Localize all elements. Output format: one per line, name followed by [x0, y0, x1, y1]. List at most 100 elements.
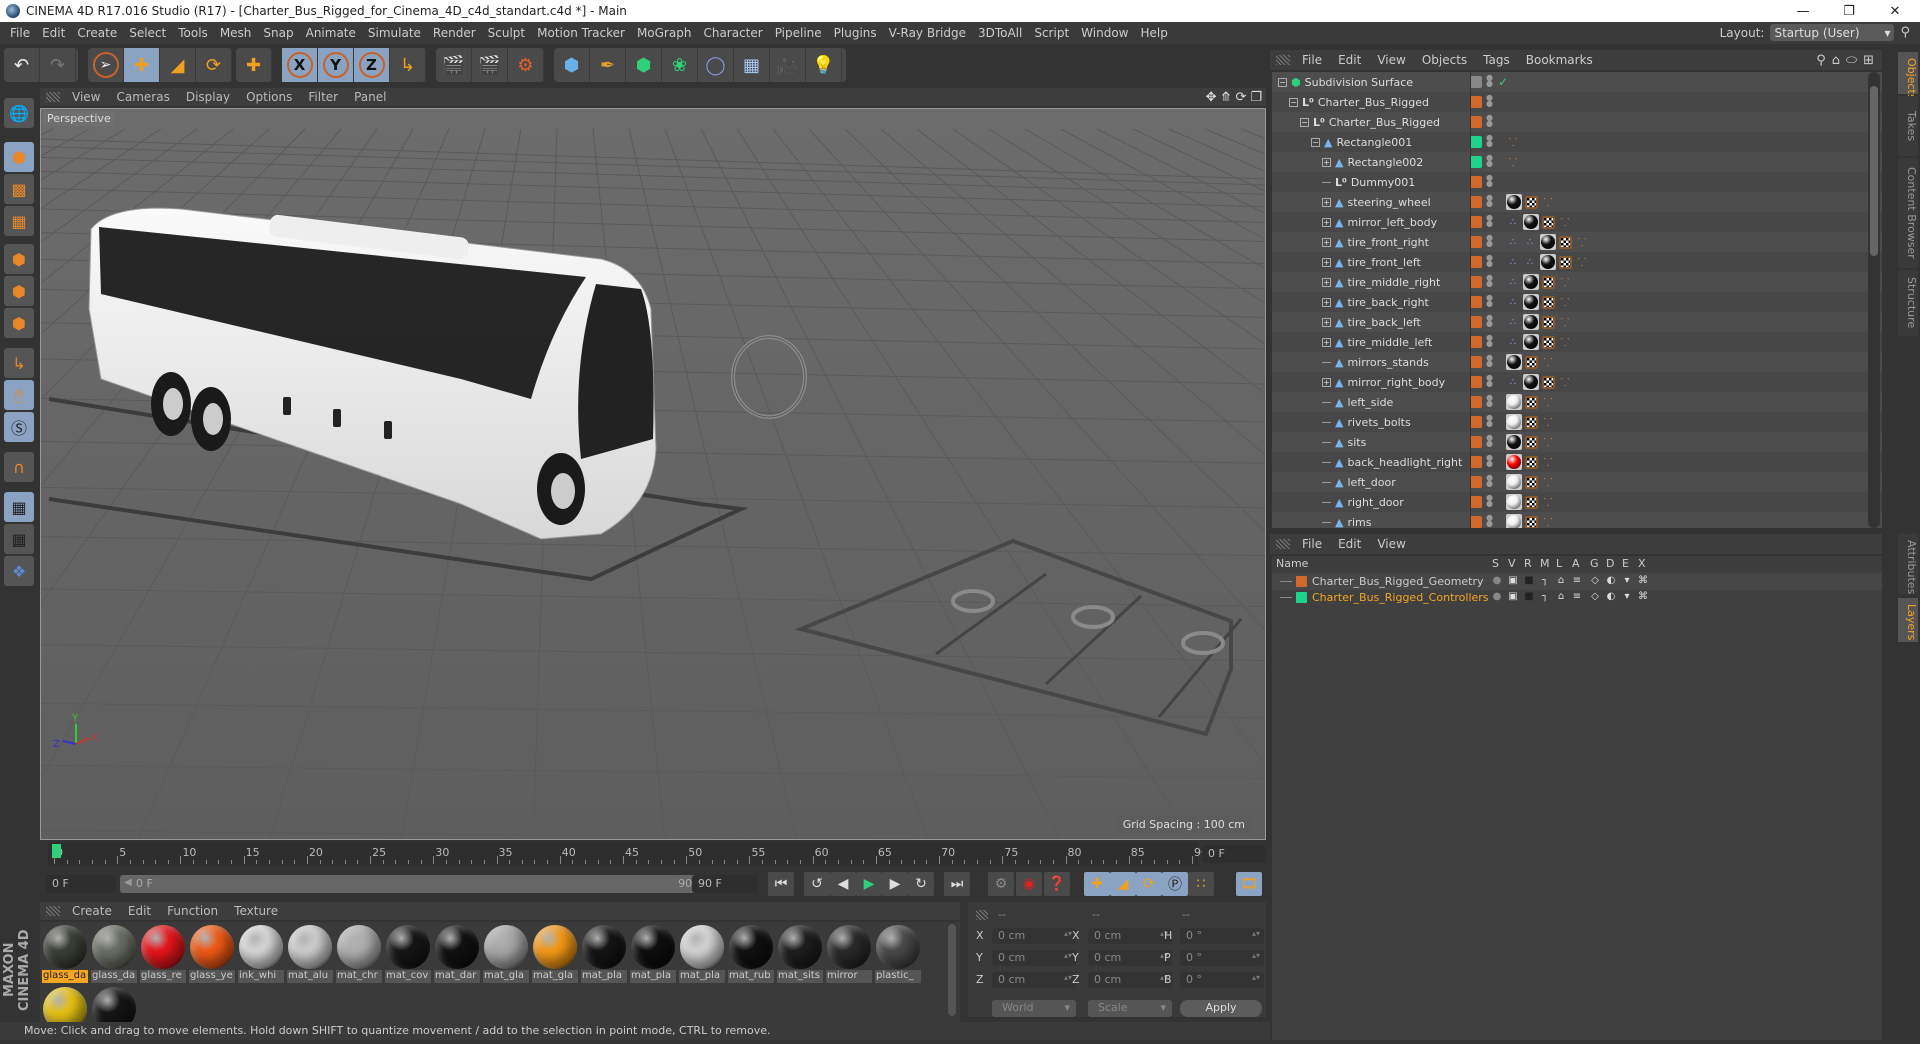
object-row[interactable]: ▲ left_side ● ● ⸪ [1272, 392, 1882, 412]
texture-tag-icon[interactable] [1525, 495, 1538, 509]
viewport-menu-filter[interactable]: Filter [300, 90, 346, 104]
menu-tools[interactable]: Tools [172, 26, 214, 40]
constraint-tag-icon[interactable]: ∴ [1506, 214, 1520, 230]
menu-plugins[interactable]: Plugins [828, 26, 883, 40]
expand-icon[interactable]: + [1322, 217, 1331, 227]
material-swatch[interactable]: mat_dar [434, 924, 480, 983]
redo-icon[interactable]: ↷ [40, 48, 76, 82]
layer-column-a[interactable]: A [1572, 557, 1580, 570]
layer-column-l[interactable]: L [1556, 557, 1562, 570]
layer-color-swatch[interactable] [1470, 356, 1482, 368]
constraint-tag-icon[interactable]: ∴ [1523, 234, 1537, 250]
material-swatch[interactable]: mat_gla [483, 924, 529, 983]
visibility-dots[interactable]: ● ● [1486, 474, 1493, 488]
previous-key-button[interactable]: ↺ [804, 872, 830, 896]
layer-column-x[interactable]: X [1638, 557, 1646, 570]
render-picture-viewer-icon[interactable]: 🎬 [472, 48, 508, 82]
snap-icon[interactable]: ∩ [4, 452, 34, 482]
object-row[interactable]: + ▲ tire_middle_left ● ● ∴ ⸪ [1272, 332, 1882, 352]
xpresso-tag-icon[interactable]: ⸪ [1558, 294, 1572, 310]
material-swatch[interactable]: mat_cov [385, 924, 431, 983]
viewport-menu-cameras[interactable]: Cameras [108, 90, 177, 104]
coordinate-system-icon[interactable]: ↳ [390, 48, 426, 82]
material-tag-icon[interactable] [1523, 314, 1539, 330]
menu-sculpt[interactable]: Sculpt [482, 26, 531, 40]
expand-icon[interactable]: + [1322, 317, 1331, 327]
visibility-dots[interactable]: ● ● [1486, 354, 1493, 368]
visibility-dots[interactable]: ● ● [1486, 254, 1493, 268]
material-scrollbar[interactable] [948, 924, 956, 1016]
xpresso-tag-icon[interactable]: ⸪ [1558, 214, 1572, 230]
constraint-tag-icon[interactable]: ∴ [1506, 234, 1520, 250]
layer-color-swatch[interactable] [1470, 296, 1482, 308]
xpresso-tag-icon[interactable]: ⸪ [1541, 394, 1555, 410]
visibility-dots[interactable]: ● ● [1486, 74, 1493, 88]
rotation-b-field[interactable]: 0 ° ▴▾ [1180, 972, 1264, 988]
constraint-tag-icon[interactable]: ∴ [1506, 294, 1520, 310]
rotation-h-field[interactable]: 0 ° ▴▾ [1180, 928, 1264, 944]
expand-icon[interactable]: + [1322, 377, 1331, 387]
workplane-mode-icon[interactable]: ▦ [4, 206, 34, 236]
xpresso-tag-icon[interactable]: ⸪ [1541, 514, 1555, 529]
material-tag-icon[interactable] [1506, 354, 1522, 370]
edges-mode-icon[interactable]: ⬢ [4, 276, 34, 306]
pen-icon[interactable]: ✒ [590, 48, 626, 82]
spinner-icon[interactable]: ▴▾ [1064, 951, 1072, 960]
layer-render-icon[interactable]: ■ [1523, 575, 1535, 587]
expand-icon[interactable]: + [1322, 257, 1331, 267]
light-icon[interactable]: 💡 [806, 48, 842, 82]
visibility-dots[interactable]: ● ● [1486, 494, 1493, 508]
next-frame-button[interactable]: ▶ [882, 872, 908, 896]
texture-tag-icon[interactable] [1559, 255, 1572, 269]
menu-file[interactable]: File [4, 26, 36, 40]
object-row[interactable]: + ▲ tire_middle_right ● ● ∴ ⸪ [1272, 272, 1882, 292]
new-panel-icon[interactable]: ⊞ [1863, 53, 1874, 68]
render-settings-icon[interactable]: ⚙ [508, 48, 544, 82]
close-button[interactable]: ✕ [1872, 0, 1918, 22]
material-swatch[interactable]: mat_gla [532, 924, 578, 983]
material-swatch[interactable]: mat_alu [287, 924, 333, 983]
layer-color-swatch[interactable] [1470, 476, 1482, 488]
menu-select[interactable]: Select [123, 26, 172, 40]
tab-layers[interactable]: Layers [1898, 598, 1918, 642]
next-key-button[interactable]: ↻ [908, 872, 934, 896]
object-row[interactable]: L⁰ Dummy001 ● ● [1272, 172, 1882, 192]
spinner-icon[interactable]: ▴▾ [1064, 929, 1072, 938]
xpresso-tag-icon[interactable]: ⸪ [1541, 194, 1555, 210]
restore-button[interactable]: ❐ [1826, 0, 1872, 22]
render-view-icon[interactable]: 🎬 [436, 48, 472, 82]
texture-tag-icon[interactable] [1525, 395, 1538, 409]
layer-column-m[interactable]: M [1540, 557, 1550, 570]
layer-column-v[interactable]: V [1508, 557, 1516, 570]
expand-icon[interactable]: + [1322, 277, 1331, 287]
object-row[interactable]: − L⁰ Charter_Bus_Rigged ● ● [1272, 92, 1882, 112]
model-mode-icon[interactable]: ⬢ [4, 142, 34, 172]
menu-mograph[interactable]: MoGraph [631, 26, 698, 40]
texture-tag-icon[interactable] [1525, 515, 1538, 528]
material-tag-icon[interactable] [1506, 454, 1522, 470]
material-tag-icon[interactable] [1506, 194, 1522, 210]
timeline-ruler[interactable]: 051015202530354045505560657075808590 [48, 842, 1208, 866]
object-row[interactable]: ▲ right_door ● ● ⸪ [1272, 492, 1882, 512]
layer-color-swatch[interactable] [1470, 496, 1482, 508]
menu-render[interactable]: Render [427, 26, 482, 40]
visibility-dots[interactable]: ● ● [1486, 374, 1493, 388]
visibility-dots[interactable]: ● ● [1486, 94, 1493, 108]
object-menu-view[interactable]: View [1369, 53, 1413, 67]
object-row[interactable]: − ⬢ Subdivision Surface ● ● ✓ [1272, 72, 1882, 92]
layer-color-swatch[interactable] [1470, 436, 1482, 448]
material-tag-icon[interactable] [1523, 274, 1539, 290]
layer-deformer-icon[interactable]: ◐ [1605, 591, 1617, 603]
viewport-menu-view[interactable]: View [64, 90, 108, 104]
layer-column-e[interactable]: E [1622, 557, 1629, 570]
layer-lock-icon[interactable]: ⌂ [1555, 575, 1567, 587]
xpresso-tag-icon[interactable]: ⸪ [1575, 254, 1589, 270]
xpresso-tag-icon[interactable]: ⸪ [1541, 494, 1555, 510]
object-row[interactable]: − ▲ Rectangle001 ● ● ⸪ [1272, 132, 1882, 152]
camera-label[interactable]: Perspective [43, 111, 115, 126]
visibility-dots[interactable]: ● ● [1486, 454, 1493, 468]
texture-tag-icon[interactable] [1542, 335, 1555, 349]
layer-menu-edit[interactable]: Edit [1330, 537, 1369, 551]
coordinate-system-dropdown[interactable]: World ▾ [992, 1000, 1076, 1017]
texture-tag-icon[interactable] [1542, 275, 1555, 289]
